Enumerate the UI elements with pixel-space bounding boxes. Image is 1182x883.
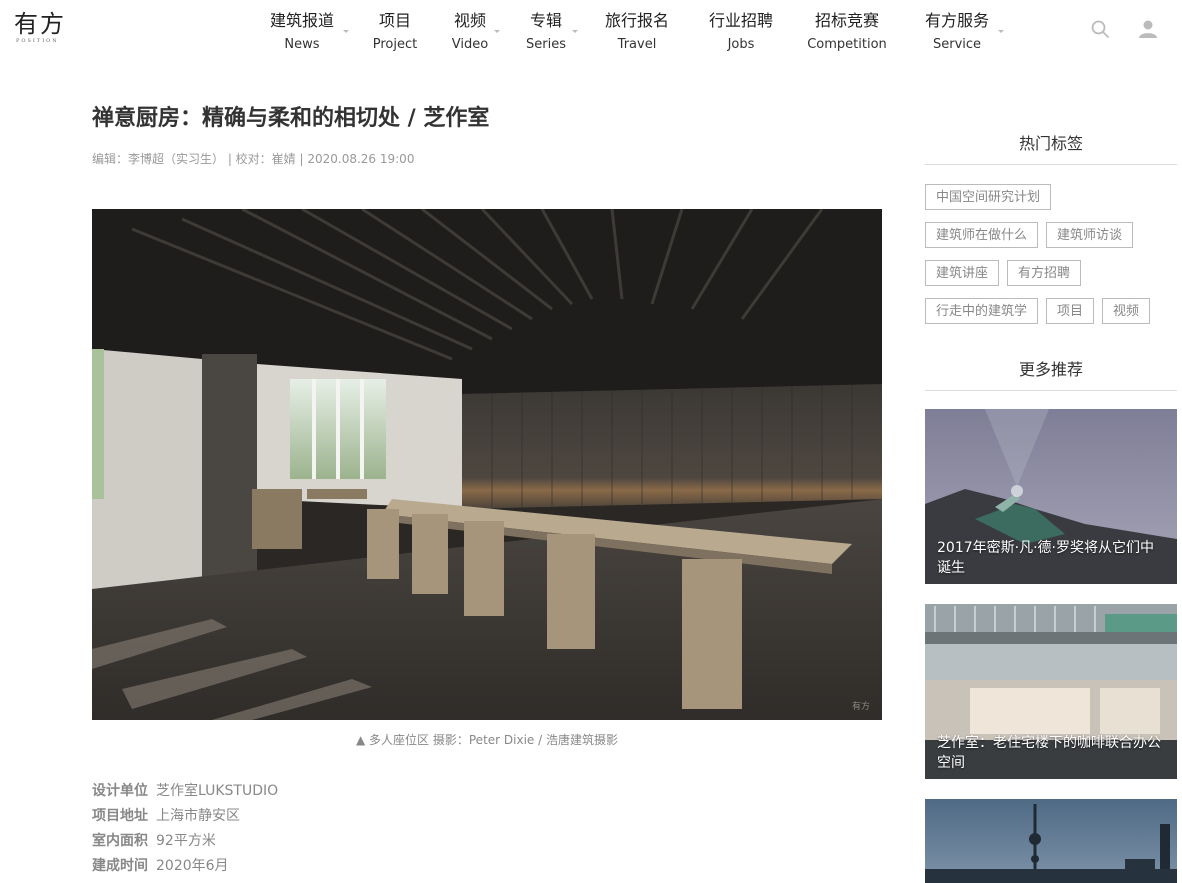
card-title: 芝作室：老住宅楼下的咖啡联合办公空间 (937, 735, 1161, 771)
search-icon[interactable] (1091, 20, 1109, 38)
hot-tags-heading: 热门标签 (925, 130, 1177, 165)
info-label: 建成时间 (92, 858, 148, 874)
info-label: 室内面积 (92, 833, 148, 849)
nav-label-en: Jobs (727, 37, 755, 52)
info-value: 2020年6月 (156, 858, 229, 874)
info-row-area: 室内面积 92平方米 (92, 830, 278, 855)
info-value: 上海市静安区 (156, 808, 240, 824)
nav-item-video[interactable]: 视频 Video (448, 10, 492, 56)
photo-watermark: 有方 (851, 702, 870, 712)
nav-label-cn: 项目 (378, 11, 411, 30)
tag-link[interactable]: 建筑师在做什么 (925, 222, 1039, 248)
nav-label-cn: 旅行报名 (604, 11, 669, 30)
service-chevron-down-icon[interactable] (998, 30, 1004, 33)
kitchen-interior-photo (92, 209, 882, 720)
site-logo[interactable]: 有方 POSITION (14, 10, 66, 44)
tag-link[interactable]: 建筑师访谈 (1046, 222, 1134, 248)
image-caption: ▲ 多人座位区 摄影：Peter Dixie / 浩唐建筑摄影 (356, 733, 618, 747)
nav-label-cn: 有方服务 (924, 11, 989, 30)
more-recommend-heading: 更多推荐 (925, 356, 1177, 391)
info-label: 项目地址 (92, 808, 148, 824)
info-value: 92平方米 (156, 833, 216, 849)
tag-link[interactable]: 视频 (1102, 298, 1151, 324)
nav-label-en: Competition (807, 37, 887, 52)
project-info: 设计单位 芝作室LUKSTUDIO 项目地址 上海市静安区 室内面积 92平方米 建成… (92, 780, 278, 880)
nav-label-en: Travel (617, 37, 657, 52)
nav-item-jobs[interactable]: 行业招聘 Jobs (706, 10, 776, 56)
nav-item-news[interactable]: 建筑报道 News (268, 10, 336, 56)
hero-image: 有方 (92, 209, 882, 720)
tag-link[interactable]: 建筑讲座 (925, 260, 1000, 286)
info-label: 设计单位 (92, 783, 148, 799)
nav-item-travel[interactable]: 旅行报名 Travel (602, 10, 672, 56)
article-meta: 编辑：李博超（实习生） | 校对：崔婧 | 2020.08.26 19:00 (92, 152, 415, 166)
nav-label-cn: 行业招聘 (708, 11, 773, 30)
tag-link[interactable]: 行走中的建筑学 (925, 298, 1039, 324)
info-row-designer: 设计单位 芝作室LUKSTUDIO (92, 780, 278, 805)
logo-chinese: 有方 (14, 10, 66, 38)
nav-label-en: Service (932, 37, 982, 52)
nav-item-series[interactable]: 专辑 Series (524, 10, 568, 56)
nav-label-en: Video (451, 37, 489, 52)
article-title: 禅意厨房：精确与柔和的相切处 / 芝作室 (92, 106, 490, 131)
recommend-card[interactable] (925, 799, 1177, 883)
tag-link[interactable]: 项目 (1046, 298, 1095, 324)
tag-link[interactable]: 有方招聘 (1007, 260, 1082, 286)
nav-label-en: Project (372, 37, 418, 52)
nav-label-cn: 视频 (453, 11, 486, 30)
nav-label-en: Series (526, 37, 566, 52)
card-title: 2017年密斯·凡·德·罗奖将从它们中诞生 (937, 540, 1154, 576)
info-value: 芝作室LUKSTUDIO (156, 783, 279, 799)
hot-tags: 中国空间研究计划 建筑师在做什么 建筑师访谈 建筑讲座 有方招聘 行走中的建筑学 项目… (925, 184, 1177, 336)
series-chevron-down-icon[interactable] (572, 30, 578, 33)
site-header: 有方 POSITION 建筑报道 News 项目 Project 视频 Vide… (0, 0, 1182, 70)
nav-label-cn: 招标竞赛 (814, 11, 879, 30)
recommend-card[interactable]: 芝作室：老住宅楼下的咖啡联合办公空间 (925, 604, 1177, 779)
nav-label-en: News (284, 37, 320, 52)
logo-english: POSITION (16, 38, 59, 44)
nav-item-project[interactable]: 项目 Project (371, 10, 419, 56)
card-thumbnail (925, 799, 1177, 883)
video-chevron-down-icon[interactable] (494, 30, 500, 33)
nav-label-cn: 建筑报道 (269, 11, 334, 30)
recommend-card[interactable]: 2017年密斯·凡·德·罗奖将从它们中诞生 (925, 409, 1177, 584)
news-chevron-down-icon[interactable] (343, 30, 349, 33)
nav-label-cn: 专辑 (529, 11, 562, 30)
tag-link[interactable]: 中国空间研究计划 (925, 184, 1052, 210)
user-icon[interactable] (1138, 19, 1158, 39)
nav-item-competition[interactable]: 招标竞赛 Competition (806, 10, 888, 56)
info-row-completion: 建成时间 2020年6月 (92, 855, 278, 880)
info-row-location: 项目地址 上海市静安区 (92, 805, 278, 830)
nav-item-service[interactable]: 有方服务 Service (922, 10, 992, 56)
